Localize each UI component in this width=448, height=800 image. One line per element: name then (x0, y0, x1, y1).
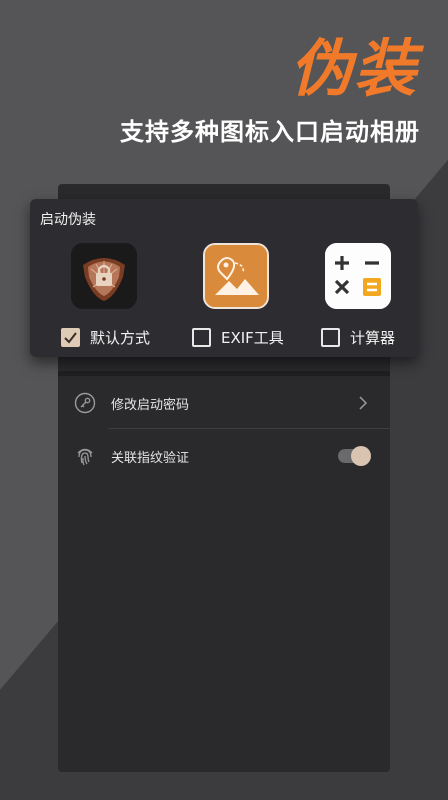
toggle-knob (351, 446, 371, 466)
fingerprint-label: 关联指纹验证 (111, 450, 190, 466)
chevron-right-icon (358, 396, 368, 410)
option-calculator-label: 计算器 (350, 328, 396, 347)
checkbox-empty-icon[interactable] (192, 327, 211, 347)
exif-image-icon[interactable] (203, 243, 269, 309)
fingerprint-icon (73, 444, 97, 468)
popup-title: 启动伪装 (40, 212, 96, 228)
checkbox-empty-icon[interactable] (321, 327, 340, 347)
change-password-row[interactable]: 修改启动密码 (58, 377, 390, 429)
option-exif[interactable]: EXIF工具 (192, 325, 284, 349)
shield-lock-icon[interactable] (71, 243, 137, 309)
option-exif-label: EXIF工具 (221, 328, 284, 347)
calculator-icon[interactable] (325, 243, 391, 309)
hero-title: 伪装 (289, 32, 418, 105)
section-divider (58, 371, 390, 376)
row-separator (108, 428, 390, 429)
fingerprint-row[interactable]: 关联指纹验证 (58, 430, 390, 482)
checkbox-checked-icon[interactable] (61, 327, 80, 347)
disguise-popup: 启动伪装 默认方式 EXIF工具 计算器 (30, 199, 418, 357)
option-calculator[interactable]: 计算器 (321, 325, 395, 349)
option-default-label: 默认方式 (90, 328, 151, 347)
key-icon (73, 391, 97, 415)
hero-subtitle: 支持多种图标入口启动相册 (120, 118, 420, 146)
change-password-label: 修改启动密码 (111, 397, 190, 413)
option-default[interactable]: 默认方式 (61, 325, 150, 349)
fingerprint-toggle[interactable] (338, 446, 371, 466)
